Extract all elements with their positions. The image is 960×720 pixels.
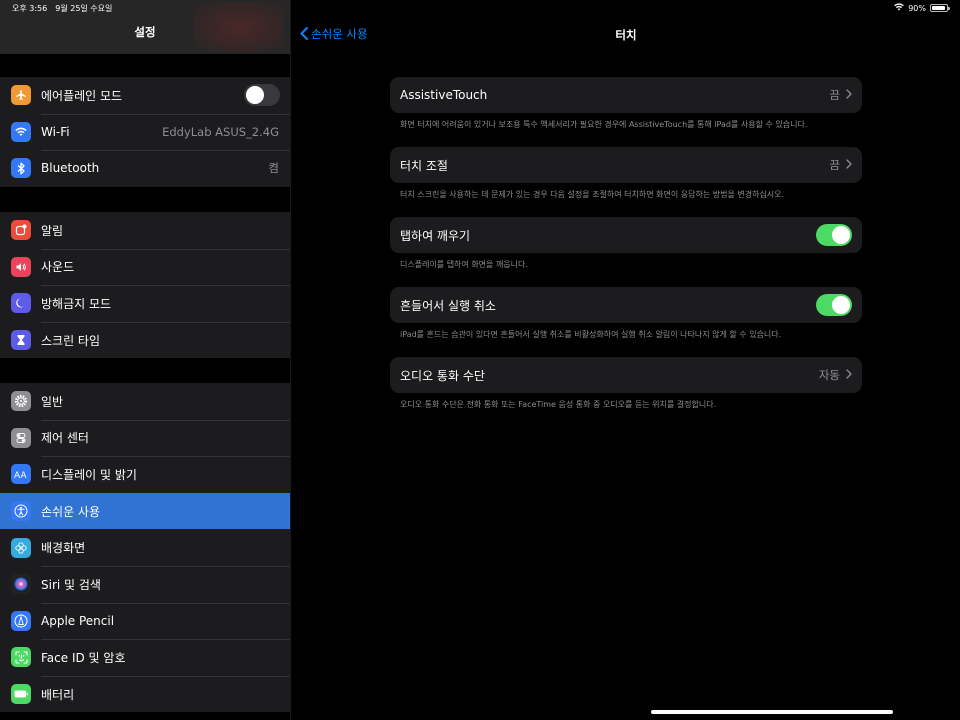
sidebar-item-value: 켬 [268, 161, 279, 176]
battery-percent: 90% [908, 3, 926, 13]
sidebar-item-label: 디스플레이 및 밝기 [41, 467, 137, 482]
toggle-knob [832, 296, 850, 314]
shake-to-undo-toggle[interactable] [816, 294, 852, 316]
sidebar-item-accessibility[interactable]: 손쉬운 사용 [0, 492, 290, 530]
sidebar-item-label: 배경화면 [41, 541, 86, 556]
row-value: 끔 [829, 88, 840, 102]
sidebar-item-label: Bluetooth [41, 161, 100, 176]
row-assistivetouch[interactable]: AssistiveTouch 끔 [390, 77, 862, 113]
sidebar-item-label: 손쉬운 사용 [41, 504, 101, 519]
sidebar-item-wifi[interactable]: Wi-Fi EddyLab ASUS_2.4G [0, 113, 290, 151]
siri-icon [11, 574, 31, 595]
sidebar-item-battery[interactable]: 배터리 [0, 675, 290, 713]
sidebar-item-label: Wi-Fi [41, 124, 70, 139]
sidebar-item-label: 에어플레인 모드 [41, 88, 123, 103]
row-label: 오디오 통화 수단 [400, 368, 485, 383]
sidebar-item-face-id[interactable]: Face ID 및 암호 [0, 639, 290, 676]
accessibility-icon [11, 501, 31, 522]
svg-text:AA: AA [14, 471, 27, 479]
sidebar-item-label: Siri 및 검색 [41, 577, 101, 592]
row-label: 탭하여 깨우기 [400, 228, 471, 243]
sidebar-group-general: 일반제어 센터 AA 디스플레이 및 밝기손쉬운 사용배경화면 Siri 및 검색 Ap… [0, 383, 290, 713]
gear-icon [11, 391, 31, 412]
row-footer-description: 터치 스크린을 사용하는 데 문제가 있는 경우 다음 설정을 조절하여 터치하… [400, 190, 785, 199]
toggle-knob [246, 86, 264, 105]
sidebar-item-sound[interactable]: 사운드 [0, 248, 290, 286]
row-value: 자동 [818, 368, 840, 382]
sidebar-item-label: 일반 [41, 394, 64, 409]
sidebar-item-label: 사운드 [41, 260, 75, 275]
row-touch-accommodations[interactable]: 터치 조절 끔 [390, 147, 862, 183]
wallpaper-icon [11, 537, 31, 558]
touch-settings-pane: 손쉬운 사용 터치 AssistiveTouch 끔 화면 터치에 어려움이 있거나… [292, 0, 960, 720]
settings-sidebar: 설정 에어플레인 모드 Wi-Fi EddyLab ASUS_2.4G Bluetoo… [0, 0, 291, 720]
row-label: AssistiveTouch [400, 88, 488, 102]
row-label: 터치 조절 [400, 158, 448, 173]
status-time: 오후 3:56 [12, 4, 48, 13]
battery-status-icon [930, 4, 950, 12]
status-bar: 오후 3:56 9월 25일 수요일 90% [0, 0, 960, 16]
sound-icon [11, 256, 31, 277]
sidebar-item-label: 알림 [41, 223, 64, 238]
sidebar-item-label: Face ID 및 암호 [41, 650, 126, 665]
airplane-icon [11, 85, 31, 106]
sidebar-item-display[interactable]: AA 디스플레이 및 밝기 [0, 456, 290, 493]
row-footer-description: 디스플레이를 탭하여 화면을 깨웁니다. [400, 260, 528, 269]
display-icon: AA [11, 464, 31, 485]
face-id-icon [11, 647, 31, 668]
wifi-status-icon [894, 3, 905, 13]
chevron-right-icon [846, 368, 852, 382]
status-date: 9월 25일 수요일 [55, 4, 113, 13]
pencil-icon [11, 610, 31, 631]
row-footer-description: 화면 터치에 어려움이 있거나 보조용 특수 액세서리가 필요한 경우에 Ass… [400, 120, 808, 129]
sidebar-item-bluetooth[interactable]: Bluetooth 켬 [0, 150, 290, 187]
bluetooth-icon [11, 158, 31, 179]
chevron-right-icon [846, 88, 852, 102]
sidebar-item-label: Apple Pencil [41, 613, 115, 628]
page-title: 터치 [615, 28, 637, 42]
sidebar-item-label: 제어 센터 [41, 431, 89, 446]
sidebar-item-control-center[interactable]: 제어 센터 [0, 419, 290, 457]
airplane-mode-toggle[interactable] [244, 84, 280, 107]
sidebar-item-siri[interactable]: Siri 및 검색 [0, 565, 290, 603]
control-center-icon [11, 427, 31, 448]
sidebar-item-value: EddyLab ASUS_2.4G [162, 124, 279, 139]
sidebar-item-gear[interactable]: 일반 [0, 383, 290, 420]
sidebar-group-notifications: 알림사운드방해금지 모드스크린 타임 [0, 212, 290, 359]
row-footer-description: 오디오 통화 수단은 전화 통화 또는 FaceTime 음성 통화 중 오디오… [400, 400, 717, 409]
sidebar-item-label: 방해금지 모드 [41, 296, 112, 311]
toggle-knob [832, 226, 850, 244]
hourglass-icon [11, 330, 31, 351]
row-label: 흔들어서 실행 취소 [400, 298, 496, 313]
sidebar-item-label: 배터리 [41, 687, 75, 702]
row-tap-to-wake[interactable]: 탭하여 깨우기 [390, 217, 862, 253]
sidebar-title: 설정 [134, 25, 156, 39]
row-shake-to-undo[interactable]: 흔들어서 실행 취소 [390, 287, 862, 323]
row-value: 끔 [829, 158, 840, 172]
wifi-icon [11, 121, 31, 142]
nav-bar: 손쉬운 사용 터치 [292, 16, 960, 52]
row-call-audio-routing[interactable]: 오디오 통화 수단 자동 [390, 357, 862, 393]
battery-icon [11, 684, 31, 705]
chevron-right-icon [846, 158, 852, 172]
notifications-icon [11, 220, 31, 241]
sidebar-item-wallpaper[interactable]: 배경화면 [0, 529, 290, 566]
row-footer-description: iPad를 흔드는 습관이 있다면 흔들어서 실행 취소를 비활성화하여 실행 … [400, 330, 782, 339]
tap-to-wake-toggle[interactable] [816, 224, 852, 246]
sidebar-item-airplane[interactable]: 에어플레인 모드 [0, 77, 290, 114]
sidebar-item-label: 스크린 타임 [41, 333, 101, 348]
moon-icon [11, 293, 31, 314]
sidebar-group-connectivity: 에어플레인 모드 Wi-Fi EddyLab ASUS_2.4G Bluetooth 켬 [0, 77, 290, 187]
sidebar-item-hourglass[interactable]: 스크린 타임 [0, 321, 290, 359]
sidebar-item-pencil[interactable]: Apple Pencil [0, 602, 290, 640]
home-indicator[interactable] [651, 710, 893, 714]
sidebar-item-notifications[interactable]: 알림 [0, 212, 290, 249]
sidebar-item-moon[interactable]: 방해금지 모드 [0, 285, 290, 322]
